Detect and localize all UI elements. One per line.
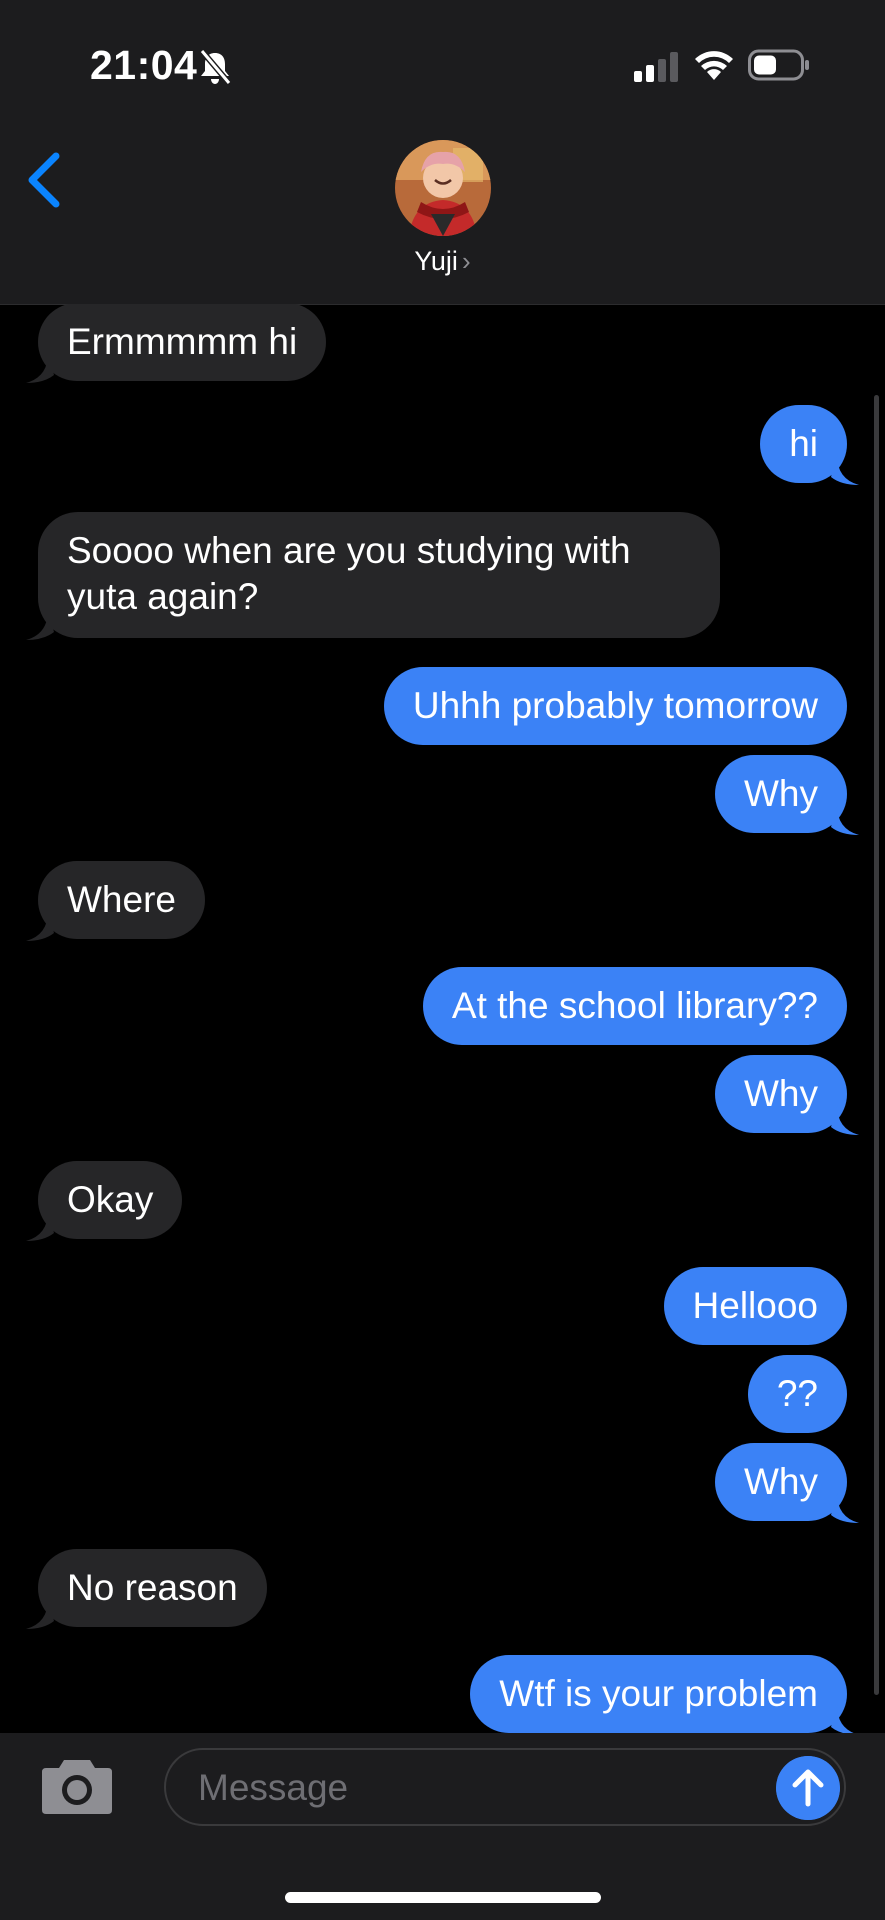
contact-name: Yuji — [414, 246, 458, 276]
send-arrow-icon[interactable] — [776, 1756, 840, 1820]
message-outgoing[interactable]: ?? — [747, 1355, 847, 1433]
message-text: Hellooo — [692, 1285, 818, 1326]
message-input[interactable] — [196, 1762, 760, 1814]
message-thread[interactable]: Ermmmmm hi hi Soooo when are you studyin… — [0, 304, 885, 1734]
wifi-icon — [695, 51, 733, 80]
message-text: Ermmmmm hi — [67, 321, 298, 362]
message-text: Wtf is your problem — [499, 1673, 818, 1714]
message-text: At the school library?? — [451, 985, 818, 1026]
message-text: Why — [744, 773, 818, 814]
message-outgoing[interactable]: Hellooo — [663, 1267, 847, 1345]
message-outgoing[interactable]: Uhhh probably tomorrow — [383, 667, 847, 745]
message-outgoing[interactable]: Why — [715, 1443, 859, 1523]
message-outgoing[interactable]: At the school library?? — [422, 967, 847, 1045]
scrollbar[interactable] — [874, 395, 879, 1695]
message-outgoing[interactable]: Why — [715, 1055, 859, 1135]
message-incoming[interactable]: No reason — [26, 1549, 267, 1629]
message-text: No reason — [67, 1567, 238, 1608]
message-incoming[interactable]: Soooo when are you studying with yuta ag… — [26, 512, 720, 640]
conversation-header: 21:04 Yuji › — [0, 0, 885, 305]
message-incoming[interactable]: Where — [26, 861, 205, 941]
message-text: Why — [744, 1461, 818, 1502]
camera-icon[interactable] — [40, 1756, 114, 1816]
message-text: ?? — [776, 1373, 818, 1414]
status-time: 21:04 — [90, 42, 198, 88]
message-outgoing[interactable]: Why — [715, 755, 859, 835]
message-incoming[interactable]: Ermmmmm hi — [26, 304, 327, 383]
message-outgoing[interactable]: hi — [760, 405, 859, 485]
back-chevron-icon[interactable] — [24, 150, 64, 210]
battery-icon — [748, 49, 809, 81]
message-text: hi — [789, 423, 818, 464]
chevron-right-icon: › — [461, 246, 471, 276]
message-text: Soooo when are you studying with yuta ag… — [67, 530, 631, 617]
message-field[interactable] — [164, 1748, 846, 1826]
message-text: Where — [67, 879, 176, 920]
message-text: Okay — [67, 1179, 154, 1220]
message-outgoing[interactable]: Wtf is your problem — [470, 1655, 857, 1734]
message-incoming[interactable]: Okay — [26, 1161, 183, 1241]
bell-off-icon — [199, 49, 232, 85]
message-text: Why — [744, 1073, 818, 1114]
home-indicator — [285, 1892, 601, 1903]
contact-name-button[interactable]: Yuji › — [0, 246, 885, 277]
message-text: Uhhh probably tomorrow — [412, 685, 818, 726]
signal-icon — [634, 52, 678, 82]
contact-avatar[interactable] — [395, 140, 491, 236]
